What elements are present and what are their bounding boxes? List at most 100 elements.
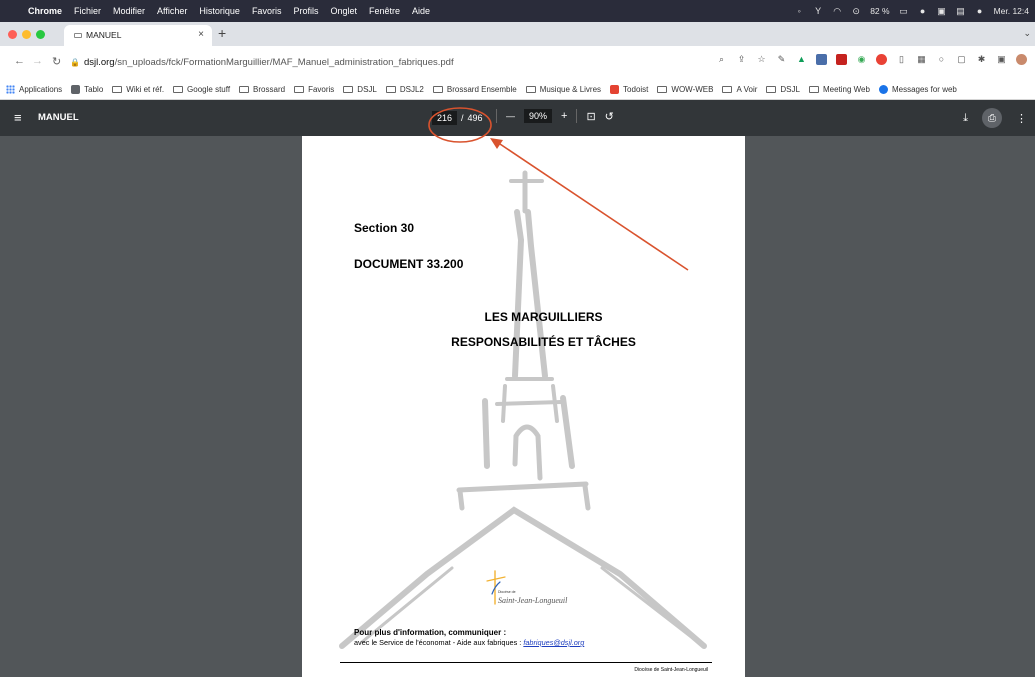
share-icon[interactable]: ⇪	[736, 54, 747, 65]
zoom-level-input[interactable]: 90%	[524, 109, 553, 123]
pdf-viewer-canvas[interactable]: Section 30 DOCUMENT 33.200 LES MARGUILLI…	[0, 136, 1035, 677]
bookmark-item[interactable]: Musique & Livres	[525, 85, 602, 94]
bookmark-favicon-icon	[610, 85, 620, 94]
battery-icon[interactable]: ▭	[899, 6, 909, 16]
screen-icon[interactable]: ▣	[937, 6, 947, 16]
clock-status-icon[interactable]: ⊙	[851, 6, 861, 16]
menu-fichier[interactable]: Fichier	[68, 6, 107, 16]
profile-avatar[interactable]	[1016, 54, 1027, 65]
menu-afficher[interactable]: Afficher	[151, 6, 193, 16]
address-bar[interactable]: 🔒 dsjl.org/sn_uploads/fck/FormationMargui…	[70, 52, 470, 74]
eyedropper-extension-icon[interactable]: ✎	[776, 54, 787, 65]
bookmark-item[interactable]: Meeting Web	[808, 85, 870, 94]
contact-text: avec le Service de l'économat - Aide aux…	[354, 638, 524, 647]
reload-icon[interactable]: ↻	[52, 55, 61, 68]
menu-historique[interactable]: Historique	[193, 6, 246, 16]
grid-extension-icon[interactable]: ▦	[916, 54, 927, 65]
folder-icon	[722, 86, 733, 93]
hamburger-menu-icon[interactable]: ≡	[14, 110, 22, 125]
menu-bar-status-area: ◦ Y ◠ ⊙ 82 % ▭ ● ▣ ▤ ● Mer. 12:4	[794, 0, 1029, 22]
menu-fenetre[interactable]: Fenêtre	[363, 6, 406, 16]
zoom-page-icon[interactable]: ⌕	[716, 54, 727, 65]
bookmark-item[interactable]: Todoist	[610, 85, 648, 94]
bookmark-item[interactable]: DSJL	[343, 85, 377, 94]
drive-extension-icon[interactable]: ▲	[796, 54, 807, 65]
menu-app-chrome[interactable]: Chrome	[22, 6, 68, 16]
menu-bar-clock: Mer. 12:4	[993, 6, 1029, 16]
audio-icon[interactable]: ◦	[794, 6, 804, 16]
siri-icon[interactable]: ●	[975, 6, 985, 16]
folder-icon	[112, 86, 123, 93]
wifi-icon[interactable]: ◠	[832, 6, 842, 16]
tab-search-chevron-icon[interactable]: ⌄	[1023, 28, 1031, 39]
puzzle-extensions-icon[interactable]: ✱	[976, 54, 987, 65]
minimize-window-button[interactable]	[22, 30, 31, 39]
bookmark-item[interactable]: Messages for web	[878, 85, 957, 94]
page-separator: /	[461, 113, 464, 123]
menu-profils[interactable]: Profils	[287, 6, 324, 16]
bookmark-item[interactable]: Favoris	[294, 85, 334, 94]
red-extension-icon[interactable]	[836, 54, 847, 65]
folder-icon	[432, 86, 443, 93]
reading-list-icon[interactable]: ▣	[996, 54, 1007, 65]
page-footer: Diocèse de Saint-Jean-Longueuil	[634, 667, 708, 673]
url-host: dsjl.org	[83, 57, 115, 68]
bookmark-item[interactable]: DSJL2	[385, 85, 424, 94]
menu-favoris[interactable]: Favoris	[246, 6, 288, 16]
bookmark-item[interactable]: Brossard	[239, 85, 285, 94]
tab-manuel[interactable]: MANUEL ×	[64, 25, 212, 46]
zoom-in-button[interactable]: +	[561, 110, 567, 122]
bookmark-star-icon[interactable]: ☆	[756, 54, 767, 65]
lock-icon[interactable]: 🔒	[70, 58, 80, 67]
control-center-icon[interactable]: ▤	[956, 6, 966, 16]
green-extension-icon[interactable]: ◉	[856, 54, 867, 65]
zoom-window-button[interactable]	[36, 30, 45, 39]
document-heading: LES MARGUILLIERS	[484, 310, 603, 324]
bookmark-item[interactable]: WOW-WEB	[657, 85, 713, 94]
more-actions-icon[interactable]: ⋮	[1016, 112, 1027, 125]
bookmark-item[interactable]: Wiki et réf.	[112, 85, 164, 94]
toolbar-divider	[496, 109, 497, 123]
bookmark-label: Musique & Livres	[539, 85, 602, 94]
new-tab-button[interactable]: +	[218, 25, 226, 41]
download-icon[interactable]: ⤓	[963, 112, 968, 125]
pdf-viewer-toolbar: ≡ MANUEL 216 / 496 — 90% + ⊡ ↺ ⤓ ⎙ ⋮	[0, 100, 1035, 136]
bookmark-item[interactable]: A Voir	[722, 85, 757, 94]
folder-icon	[808, 86, 819, 93]
menu-onglet[interactable]: Onglet	[324, 6, 363, 16]
menu-modifier[interactable]: Modifier	[107, 6, 151, 16]
close-tab-icon[interactable]: ×	[198, 29, 204, 40]
adblock-extension-icon[interactable]	[876, 54, 887, 65]
tools-extension-icon[interactable]	[816, 54, 827, 65]
fit-page-icon[interactable]: ⊡	[586, 110, 595, 123]
folder-icon	[657, 86, 668, 93]
pdf-actions: ⤓ ⎙ ⋮	[963, 108, 1027, 128]
folder-icon	[766, 86, 777, 93]
window-controls	[8, 30, 45, 39]
back-arrow-icon[interactable]: ←	[14, 55, 25, 67]
square-extension-icon[interactable]: ▢	[956, 54, 967, 65]
bookmark-label: Wiki et réf.	[126, 85, 165, 94]
zoom-out-button[interactable]: —	[506, 111, 515, 121]
contact-email-link[interactable]: fabriques@dsjl.org	[523, 638, 584, 647]
forward-arrow-icon[interactable]: →	[32, 55, 43, 67]
bookmark-label: Brossard Ensemble	[446, 85, 517, 94]
print-icon[interactable]: ⎙	[982, 108, 1002, 128]
signal-icon[interactable]: Y	[813, 6, 823, 16]
bookmark-item[interactable]: Tablo	[71, 85, 103, 94]
folder-icon	[385, 86, 396, 93]
rotate-icon[interactable]: ↺	[605, 110, 614, 123]
bookmark-item[interactable]: Applications	[6, 85, 62, 94]
bookmark-item[interactable]: Brossard Ensemble	[432, 85, 517, 94]
bookmark-item[interactable]: DSJL	[766, 85, 800, 94]
bookmark-label: Favoris	[308, 85, 335, 94]
close-window-button[interactable]	[8, 30, 17, 39]
bookmark-item[interactable]: Google stuff	[173, 85, 230, 94]
current-page-input[interactable]: 216	[432, 111, 458, 125]
menu-aide[interactable]: Aide	[406, 6, 436, 16]
total-pages: 496	[467, 113, 483, 123]
sidebar-extension-icon[interactable]: ▯	[896, 54, 907, 65]
circle-extension-icon[interactable]: ○	[936, 54, 947, 65]
bookmark-label: WOW-WEB	[671, 85, 714, 94]
chrome-status-icon[interactable]: ●	[918, 6, 928, 16]
